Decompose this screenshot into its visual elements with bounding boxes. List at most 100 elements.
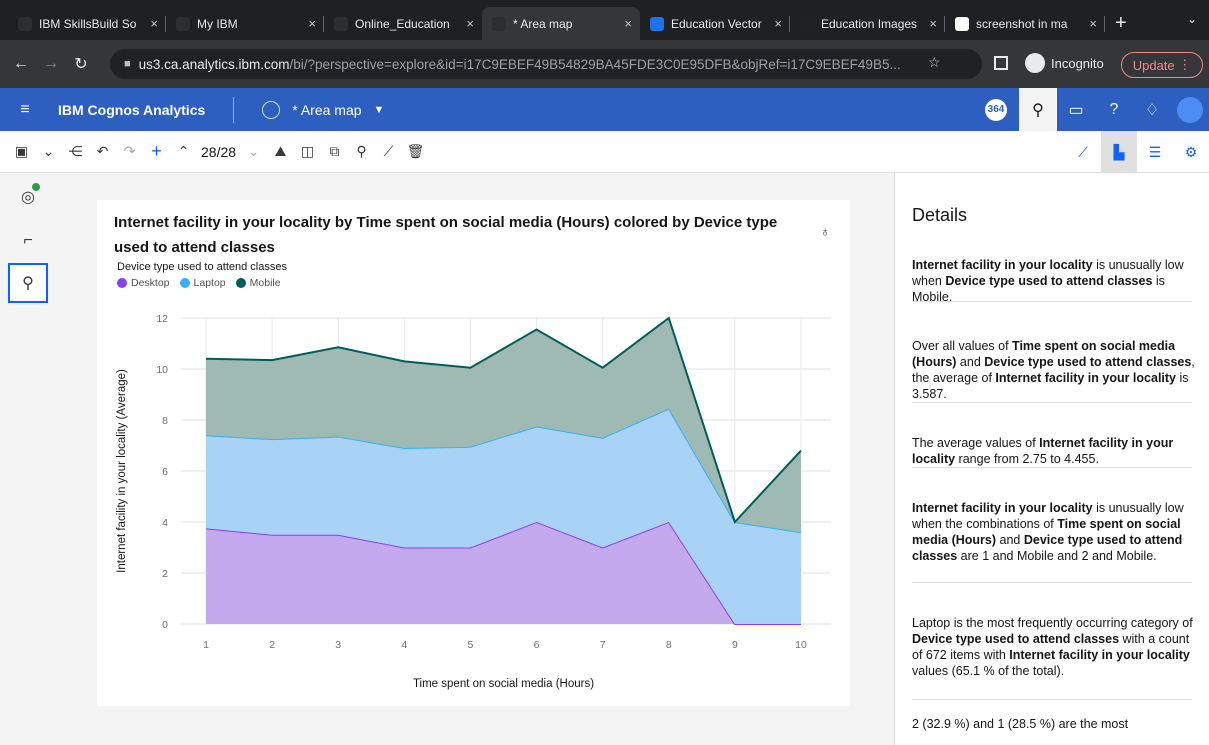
app-header: ≡ IBM Cognos Analytics * Area map ▼ 364 … xyxy=(0,88,1209,131)
insight-text: 2 (32.9 %) and 1 (28.5 %) are the most xyxy=(912,716,1199,732)
insight-field-name: Internet facility in your locality xyxy=(1009,648,1190,662)
insight-fragment: are 1 and Mobile and 2 and Mobile. xyxy=(957,549,1157,563)
browser-tab[interactable]: Online_Education × xyxy=(324,7,482,40)
insight-fragment: Laptop is the most frequently occurring … xyxy=(912,616,1193,630)
close-tab-icon[interactable]: × xyxy=(624,16,632,31)
browser-tab[interactable]: * Area map × xyxy=(482,7,640,40)
map-icon[interactable]: ⛰ xyxy=(267,137,294,167)
tab-search-icon[interactable]: ⌄ xyxy=(1187,12,1197,26)
insight-field-name: Internet facility in your locality xyxy=(912,501,1093,515)
relationships-icon[interactable]: ⌐ xyxy=(8,221,48,261)
y-axis-label: Internet facility in your locality (Aver… xyxy=(116,369,128,573)
close-tab-icon[interactable]: × xyxy=(466,16,474,31)
insight-divider xyxy=(912,699,1192,700)
pin-icon[interactable]: ⚲ xyxy=(348,137,375,167)
undo-icon[interactable]: ↶ xyxy=(89,137,116,167)
x-tick-label: 6 xyxy=(534,639,540,651)
x-tick-label: 4 xyxy=(401,639,407,651)
insight-field-name: Device type used to attend classes xyxy=(984,355,1192,369)
hamburger-menu-icon[interactable]: ≡ xyxy=(0,101,50,119)
tab-separator xyxy=(1104,16,1105,32)
fields-icon[interactable]: ☰ xyxy=(1137,131,1173,173)
details-panel: Details Internet facility in your locali… xyxy=(894,173,1209,745)
save-chevron-icon[interactable]: ⌄ xyxy=(35,137,62,167)
exploration-icon xyxy=(262,100,281,119)
reload-icon[interactable]: ↻ xyxy=(66,54,96,74)
insight-field-name: Device type used to attend classes xyxy=(945,274,1153,288)
new-tab-button[interactable]: + xyxy=(1105,7,1137,40)
forward-icon[interactable]: → xyxy=(36,55,66,73)
insight-field-name: Internet facility in your locality xyxy=(995,371,1177,385)
pinned-icon[interactable]: ⚲ xyxy=(8,263,48,303)
close-tab-icon[interactable]: × xyxy=(150,16,158,31)
toolbar: ▣ ⌄ ⋲ ↶ ↷ + ⌃ 28/28 ⌄ ⛰ ◫ ⧉ ⚲ ⟋ 🗑 ⟋ ▙ ☰ … xyxy=(0,131,1209,173)
bell-icon[interactable]: ♢ xyxy=(1133,88,1171,131)
browser-tab[interactable]: screenshot in ma × xyxy=(945,7,1105,40)
insight-divider xyxy=(912,402,1192,403)
insight-fragment: range from 2.75 to 4.455. xyxy=(955,452,1099,466)
close-tab-icon[interactable]: × xyxy=(774,16,782,31)
bookmark-star-icon[interactable]: ☆ xyxy=(928,54,955,71)
back-icon[interactable]: ← xyxy=(6,55,36,73)
browser-tab[interactable]: Education Vector × xyxy=(640,7,790,40)
incognito-icon xyxy=(1025,53,1045,73)
chart-icon[interactable]: ⟋ xyxy=(375,137,402,167)
view-switcher[interactable]: * Area map ▼ xyxy=(262,100,384,119)
insight-fragment: values (65.1 % of the total). xyxy=(912,664,1065,678)
tab-title: My IBM xyxy=(197,16,238,31)
chart-card: Internet facility in your locality by Ti… xyxy=(97,200,850,706)
sidepanel-icon[interactable] xyxy=(994,56,1008,70)
visualization-icon[interactable]: ⟋ xyxy=(1065,131,1101,173)
favicon-icon xyxy=(176,16,190,31)
y-tick-label: 6 xyxy=(162,466,168,478)
delete-icon[interactable]: 🗑 xyxy=(402,137,429,167)
add-icon[interactable]: + xyxy=(143,137,170,167)
browser-tab[interactable]: IBM SkillsBuild So × xyxy=(8,7,166,40)
x-tick-label: 1 xyxy=(203,639,209,651)
incognito-indicator[interactable]: Incognito xyxy=(1025,53,1104,73)
share-icon[interactable]: ⋲ xyxy=(62,137,89,167)
x-tick-label: 9 xyxy=(732,639,738,651)
insight-divider xyxy=(912,467,1192,468)
url-field[interactable]: ■ us3.ca.analytics.ibm.com/bi/?perspecti… xyxy=(110,49,982,79)
y-tick-label: 4 xyxy=(162,517,168,529)
search-icon[interactable]: ⚲ xyxy=(1019,88,1057,131)
insights-icon[interactable]: ▙ xyxy=(1101,131,1137,173)
browser-tab[interactable]: Education Images × xyxy=(790,7,945,40)
incognito-label: Incognito xyxy=(1051,55,1104,71)
presentation-icon[interactable]: ◫ xyxy=(294,137,321,167)
insight-text: Internet facility in your locality is un… xyxy=(912,257,1199,305)
update-button[interactable]: Update ⋮ xyxy=(1121,52,1203,78)
notification-count-badge[interactable]: 364 xyxy=(985,98,1007,121)
view-name: * Area map xyxy=(292,101,362,118)
favicon-icon xyxy=(955,16,969,31)
insight-text: Over all values of Time spent on social … xyxy=(912,338,1199,402)
save-icon[interactable]: ▣ xyxy=(8,137,35,167)
y-tick-label: 2 xyxy=(162,568,168,580)
left-rail: ◎ ⌐ ⚲ xyxy=(0,173,56,745)
browser-tab[interactable]: My IBM × xyxy=(166,7,324,40)
tab-title: Education Images xyxy=(821,16,918,31)
tab-title: Online_Education xyxy=(355,16,450,31)
x-axis-label: Time spent on social media (Hours) xyxy=(413,678,594,690)
insight-fragment: 2 (32.9 %) and 1 (28.5 %) are the most xyxy=(912,717,1129,731)
properties-icon[interactable]: ⚙ xyxy=(1173,131,1209,173)
close-tab-icon[interactable]: × xyxy=(1089,16,1097,31)
close-tab-icon[interactable]: × xyxy=(929,16,937,31)
favicon-icon xyxy=(18,16,32,31)
chat-icon[interactable]: ▭ xyxy=(1057,88,1095,131)
explore-icon[interactable]: ◎ xyxy=(8,177,48,217)
browser-tab-strip: IBM SkillsBuild So × My IBM × Online_Educati… xyxy=(0,0,1209,40)
insight-fragment: and xyxy=(996,533,1024,547)
chevron-down-icon[interactable]: ⌄ xyxy=(240,137,267,167)
details-heading: Details xyxy=(912,205,968,225)
user-avatar[interactable] xyxy=(1171,88,1209,131)
y-tick-label: 8 xyxy=(162,415,168,427)
compare-icon[interactable]: ⧉ xyxy=(321,137,348,167)
help-icon[interactable]: ? xyxy=(1095,88,1133,131)
insight-text: Internet facility in your locality is un… xyxy=(912,500,1199,564)
redo-icon[interactable]: ↷ xyxy=(116,137,143,167)
close-tab-icon[interactable]: × xyxy=(308,16,316,31)
x-tick-label: 2 xyxy=(269,639,275,651)
chevron-up-icon[interactable]: ⌃ xyxy=(170,137,197,167)
